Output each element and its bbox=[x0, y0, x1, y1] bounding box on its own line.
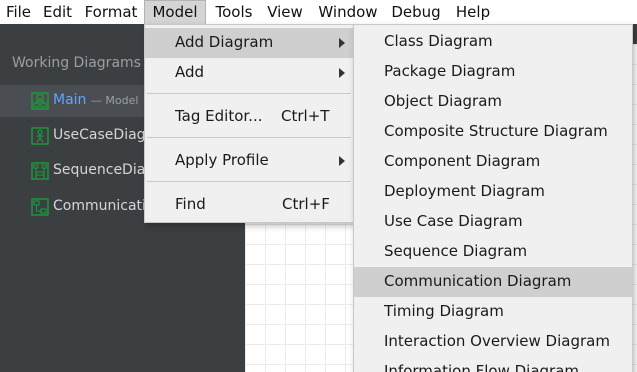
menu-separator bbox=[147, 137, 351, 138]
submenu-item-communication-diagram[interactable]: Communication Diagram bbox=[354, 267, 632, 297]
menu-item-label: Interaction Overview Diagram bbox=[384, 332, 610, 350]
submenu-item-composite-structure-diagram[interactable]: Composite Structure Diagram bbox=[354, 117, 632, 147]
submenu-item-component-diagram[interactable]: Component Diagram bbox=[354, 147, 632, 177]
submenu-arrow-icon bbox=[339, 156, 345, 166]
menu-item-label: Use Case Diagram bbox=[384, 212, 523, 230]
menu-file[interactable]: File bbox=[0, 0, 37, 24]
menu-item-label: Timing Diagram bbox=[384, 302, 504, 320]
menu-item-add[interactable]: Add bbox=[145, 58, 353, 88]
menu-item-label: Class Diagram bbox=[384, 32, 493, 50]
class-diagram-icon bbox=[31, 92, 49, 110]
menu-item-label: Add bbox=[175, 63, 205, 81]
use-case-diagram-icon bbox=[31, 127, 49, 145]
menu-item-label: Add Diagram bbox=[175, 33, 274, 51]
menu-item-label: Information Flow Diagram bbox=[384, 362, 580, 372]
menu-debug[interactable]: Debug bbox=[388, 0, 444, 24]
menu-item-label: Tag Editor... bbox=[175, 107, 263, 125]
menu-item-label: Component Diagram bbox=[384, 152, 541, 170]
submenu-item-deployment-diagram[interactable]: Deployment Diagram bbox=[354, 177, 632, 207]
menu-view[interactable]: View bbox=[262, 0, 308, 24]
submenu-item-information-flow-diagram[interactable]: Information Flow Diagram bbox=[354, 357, 632, 372]
menu-item-label: Find bbox=[175, 195, 206, 213]
diagram-owner-label: — Model bbox=[90, 94, 139, 107]
add-diagram-submenu: Class Diagram Package Diagram Object Dia… bbox=[353, 24, 633, 372]
menu-item-add-diagram[interactable]: Add Diagram bbox=[145, 28, 353, 58]
communication-diagram-icon bbox=[31, 198, 49, 216]
menu-separator bbox=[147, 93, 351, 94]
submenu-item-interaction-overview-diagram[interactable]: Interaction Overview Diagram bbox=[354, 327, 632, 357]
menu-item-shortcut: Ctrl+T bbox=[281, 107, 330, 125]
working-diagrams-title: Working Diagrams bbox=[12, 55, 141, 71]
diagram-item-label: Main — Model bbox=[53, 92, 139, 108]
submenu-item-use-case-diagram[interactable]: Use Case Diagram bbox=[354, 207, 632, 237]
menu-format[interactable]: Format bbox=[80, 0, 142, 24]
menu-item-label: Apply Profile bbox=[175, 151, 269, 169]
menu-item-apply-profile[interactable]: Apply Profile bbox=[145, 146, 353, 176]
submenu-arrow-icon bbox=[339, 38, 345, 48]
menu-edit[interactable]: Edit bbox=[37, 0, 78, 24]
menu-item-shortcut: Ctrl+F bbox=[282, 195, 330, 213]
submenu-item-class-diagram[interactable]: Class Diagram bbox=[354, 27, 632, 57]
menu-item-label: Object Diagram bbox=[384, 92, 503, 110]
menu-item-tag-editor[interactable]: Tag Editor... Ctrl+T bbox=[145, 102, 353, 132]
menu-help[interactable]: Help bbox=[450, 0, 496, 24]
menu-window[interactable]: Window bbox=[312, 0, 384, 24]
menu-item-find[interactable]: Find Ctrl+F bbox=[145, 190, 353, 220]
menu-separator bbox=[147, 181, 351, 182]
menu-bar: File Edit Format Model Tools View Window… bbox=[0, 0, 637, 24]
menu-item-label: Package Diagram bbox=[384, 62, 516, 80]
submenu-item-package-diagram[interactable]: Package Diagram bbox=[354, 57, 632, 87]
menu-item-label: Composite Structure Diagram bbox=[384, 122, 608, 140]
submenu-item-object-diagram[interactable]: Object Diagram bbox=[354, 87, 632, 117]
sequence-diagram-icon bbox=[31, 162, 49, 180]
menu-item-label: Deployment Diagram bbox=[384, 182, 545, 200]
menu-item-label: Communication Diagram bbox=[384, 272, 572, 290]
menu-tools[interactable]: Tools bbox=[208, 0, 260, 24]
submenu-arrow-icon bbox=[339, 68, 345, 78]
menu-model[interactable]: Model bbox=[144, 0, 206, 24]
model-menu: Add Diagram Add Tag Editor... Ctrl+T App… bbox=[144, 24, 354, 223]
submenu-item-sequence-diagram[interactable]: Sequence Diagram bbox=[354, 237, 632, 267]
menu-item-label: Sequence Diagram bbox=[384, 242, 528, 260]
submenu-item-timing-diagram[interactable]: Timing Diagram bbox=[354, 297, 632, 327]
